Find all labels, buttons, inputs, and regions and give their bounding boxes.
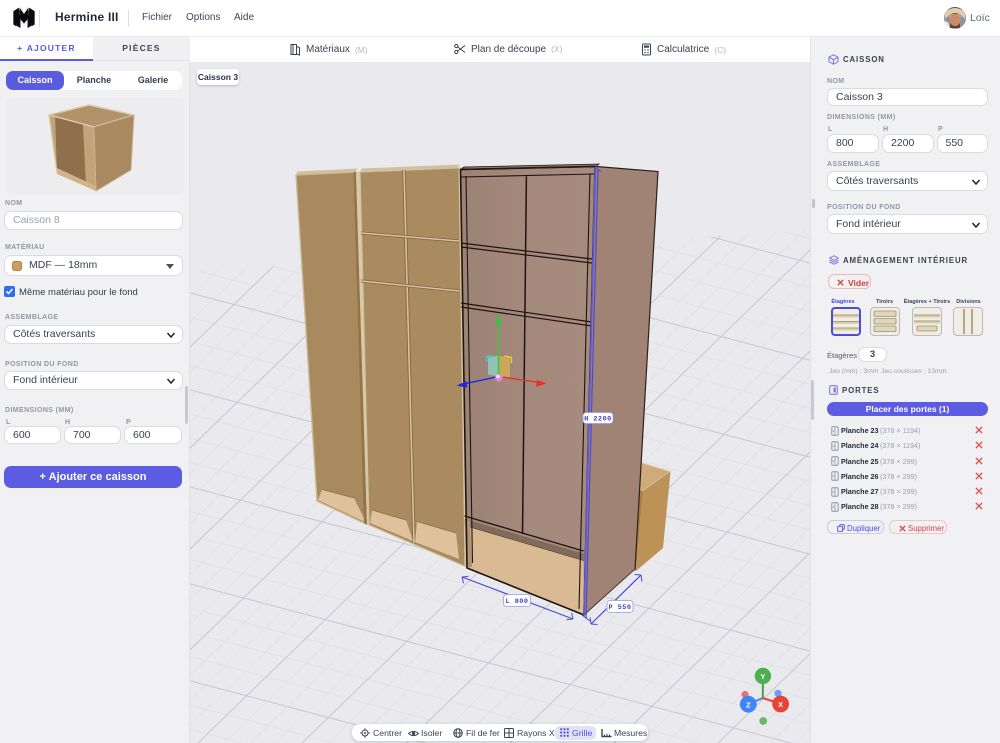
svg-text:Y: Y <box>760 672 765 681</box>
svg-text:H 2200: H 2200 <box>584 415 611 423</box>
svg-text:Z: Z <box>746 700 751 709</box>
svg-text:L 800: L 800 <box>506 598 529 606</box>
svg-text:X: X <box>778 700 783 709</box>
svg-text:P 550: P 550 <box>609 604 632 612</box>
